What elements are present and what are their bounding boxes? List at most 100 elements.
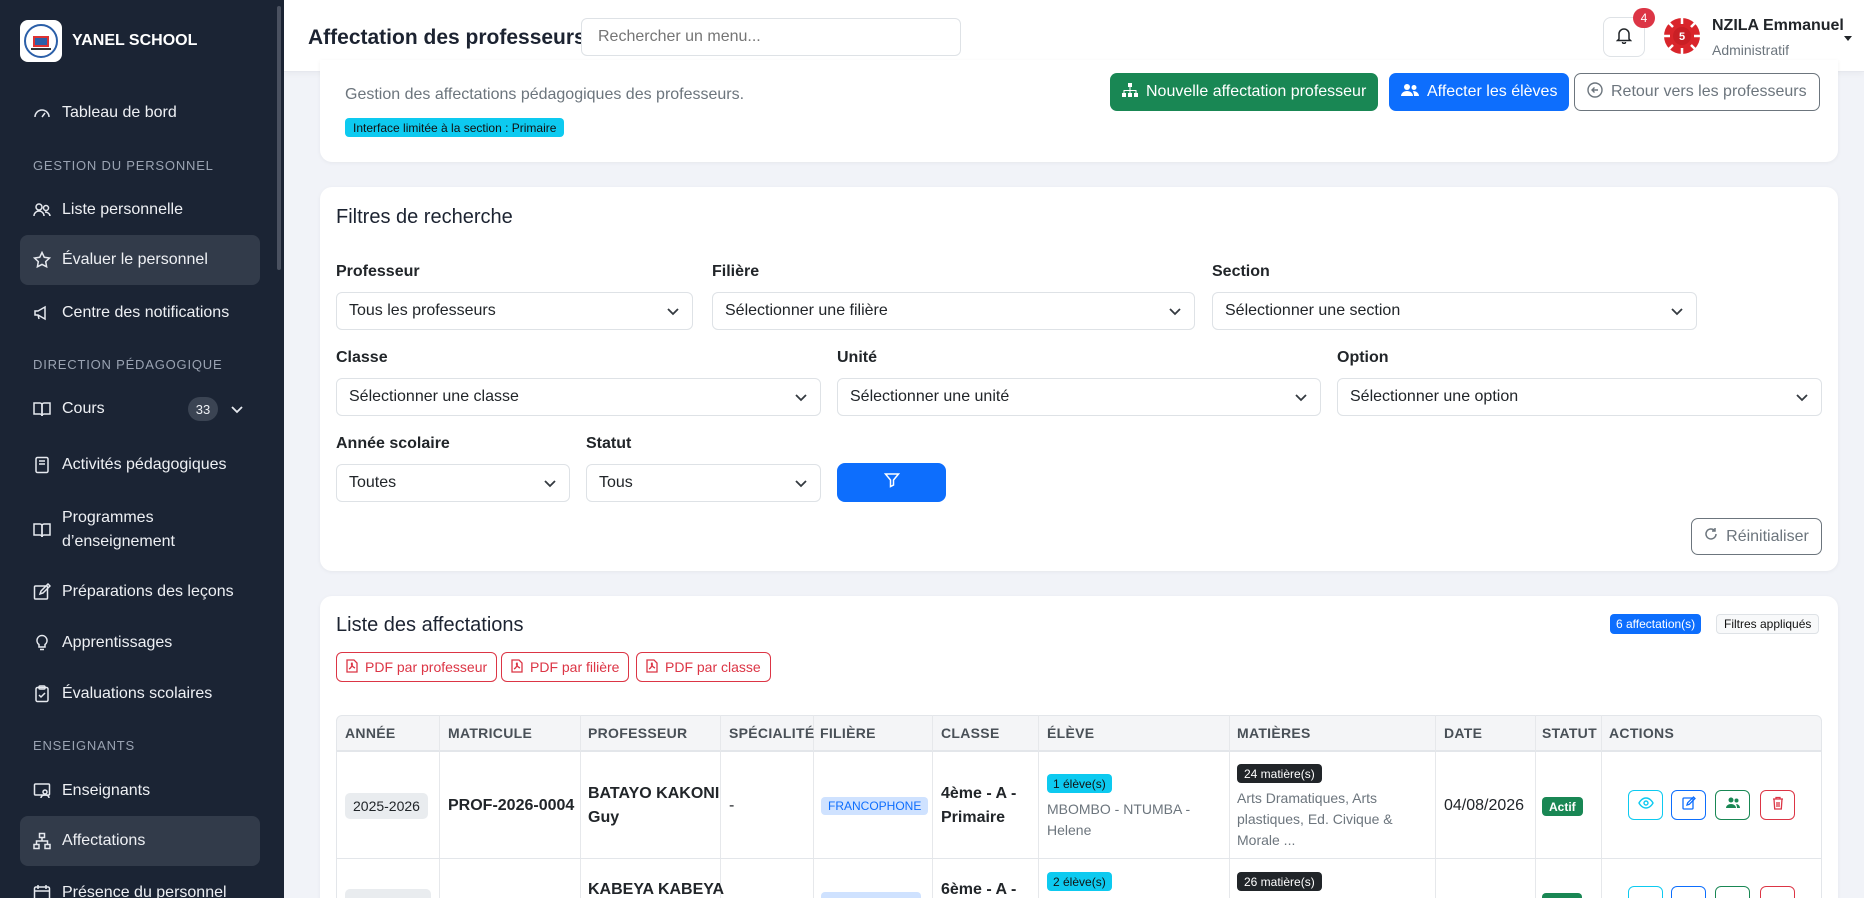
sidebar-item-dashboard[interactable]: Tableau de bord: [20, 88, 260, 138]
user-role: Administratif: [1712, 42, 1790, 58]
column-header-subjects[interactable]: MATIÈRES: [1237, 725, 1311, 741]
column-header-student[interactable]: ÉLÈVE: [1047, 725, 1094, 741]
school-logo: [20, 20, 62, 62]
subjects-line: Arts Dramatiques, Arts: [1237, 790, 1378, 806]
class-line: Primaire: [941, 809, 1006, 826]
sidebar-item-assignments[interactable]: Affectations: [20, 816, 260, 866]
sidebar-item-label: Cours: [62, 400, 105, 417]
button-label: PDF par classe: [665, 659, 761, 675]
chevron-down-icon: [1168, 305, 1182, 323]
button-label: Retour vers les professeurs: [1611, 83, 1807, 100]
filiere-badge: [821, 892, 921, 898]
edit-button[interactable]: [1671, 886, 1706, 898]
column-header-professor[interactable]: PROFESSEUR: [588, 725, 687, 741]
class-select[interactable]: Sélectionner une classe: [336, 378, 821, 416]
pencil-square-icon: [1681, 795, 1696, 815]
apply-filter-button[interactable]: [837, 463, 946, 502]
sidebar-item-label: Activités pédagogiques: [62, 456, 227, 473]
people-icon: [1401, 83, 1419, 102]
sidebar-item-evaluate-staff[interactable]: Évaluer le personnel: [20, 235, 260, 285]
sidebar-item-activities[interactable]: Activités pédagogiques: [20, 440, 260, 490]
year-select[interactable]: Toutes: [336, 464, 570, 502]
unit-select[interactable]: Sélectionner une unité: [837, 378, 1321, 416]
user-name[interactable]: NZILA Emmanuel: [1712, 17, 1844, 35]
year-badge: 2025-2026: [345, 793, 428, 819]
chevron-down-icon[interactable]: [230, 402, 244, 420]
column-header-class[interactable]: CLASSE: [941, 725, 1000, 741]
reset-filters-button[interactable]: Réinitialiser: [1691, 518, 1822, 555]
sidebar-item-notifications[interactable]: Centre des notifications: [20, 288, 260, 338]
status-badge: Actif: [1542, 797, 1583, 816]
option-select[interactable]: Sélectionner une option: [1337, 378, 1822, 416]
pdf-by-class-button[interactable]: PDF par classe: [636, 652, 771, 682]
file-pdf-icon: [346, 658, 358, 676]
view-button[interactable]: [1628, 886, 1663, 898]
button-label: PDF par professeur: [365, 659, 488, 675]
calendar-icon: [33, 884, 51, 898]
delete-button[interactable]: [1760, 886, 1795, 898]
column-divider: [1038, 715, 1039, 898]
edit-button[interactable]: [1671, 790, 1706, 820]
students-button[interactable]: [1715, 790, 1750, 820]
sidebar-scrollbar[interactable]: [277, 6, 281, 270]
courses-count-badge: 33: [188, 397, 218, 421]
avatar[interactable]: 5: [1663, 17, 1701, 55]
file-pdf-icon: [646, 658, 658, 676]
sidebar-item-evaluations[interactable]: Évaluations scolaires: [20, 669, 260, 719]
pdf-by-filiere-button[interactable]: PDF par filière: [501, 652, 630, 682]
subjects-line: plastiques, Ed. Civique &: [1237, 811, 1393, 827]
sidebar-item-attendance[interactable]: Présence du personnel: [20, 868, 260, 898]
student-count-badge: 2 élève(s): [1047, 872, 1112, 891]
sidebar-item-personnel-list[interactable]: Liste personnelle: [20, 185, 260, 235]
refresh-icon: [1704, 527, 1718, 546]
new-assignment-button[interactable]: Nouvelle affectation professeur: [1110, 73, 1379, 111]
select-value: Sélectionner une option: [1350, 388, 1519, 405]
column-header-specialty[interactable]: SPÉCIALITÉ: [729, 725, 814, 741]
delete-button[interactable]: [1760, 790, 1795, 820]
menu-search-input[interactable]: [581, 18, 961, 56]
professor-select[interactable]: Tous les professeurs: [336, 292, 693, 330]
sidebar-item-label: Liste personnelle: [62, 201, 183, 218]
students-button[interactable]: [1715, 886, 1750, 898]
select-value: Sélectionner une unité: [850, 388, 1010, 405]
sidebar-item-label: Apprentissages: [62, 634, 173, 651]
sidebar-item-lesson-prep[interactable]: Préparations des leçons: [20, 567, 260, 617]
book-open-icon: [33, 521, 51, 539]
chevron-down-icon: [794, 477, 808, 495]
column-divider: [813, 715, 814, 898]
back-to-teachers-button[interactable]: Retour vers les professeurs: [1574, 73, 1820, 111]
sidebar-item-label: Évaluer le personnel: [62, 251, 208, 268]
column-header-status[interactable]: STATUT: [1542, 725, 1597, 741]
year-filter-label: Année scolaire: [336, 435, 450, 452]
book-icon: [33, 400, 51, 418]
sidebar-section-teachers: ENSEIGNANTS: [33, 738, 135, 753]
column-header-matricule[interactable]: MATRICULE: [448, 725, 532, 741]
sidebar-item-programs[interactable]: Programmes d’enseignement: [20, 502, 260, 558]
user-menu-caret-icon[interactable]: [1843, 30, 1853, 48]
filiere-badge: FRANCOPHONE: [821, 797, 929, 815]
pdf-by-professor-button[interactable]: PDF par professeur: [336, 652, 498, 682]
student-name-line: MBOMBO - NTUMBA -: [1047, 801, 1191, 817]
column-divider: [1535, 715, 1536, 898]
sidebar-item-courses[interactable]: Cours 33: [20, 384, 260, 434]
brand[interactable]: YANEL SCHOOL: [20, 20, 197, 62]
column-header-filiere[interactable]: FILIÈRE: [820, 725, 876, 741]
clipboard-check-icon: [33, 685, 51, 703]
matricule-cell: PROF-2026-0004: [448, 797, 575, 814]
filiere-select[interactable]: Sélectionner une filière: [712, 292, 1195, 330]
column-divider: [1601, 715, 1602, 898]
status-select[interactable]: Tous: [586, 464, 821, 502]
assign-students-button[interactable]: Affecter les élèves: [1389, 73, 1570, 111]
view-button[interactable]: [1628, 790, 1663, 820]
sidebar-item-learning[interactable]: Apprentissages: [20, 618, 260, 668]
section-select[interactable]: Sélectionner une section: [1212, 292, 1697, 330]
column-divider: [720, 715, 721, 898]
class-line: 6ème - A -: [941, 881, 1017, 898]
column-header-year[interactable]: ANNÉE: [345, 725, 396, 741]
sidebar-item-teachers[interactable]: Enseignants: [20, 766, 260, 816]
column-header-date[interactable]: DATE: [1444, 725, 1482, 741]
sidebar-item-label: Centre des notifications: [62, 304, 230, 321]
date-cell: 04/08/2026: [1444, 797, 1525, 814]
status-filter-label: Statut: [586, 435, 632, 452]
chevron-down-icon: [1795, 391, 1809, 409]
